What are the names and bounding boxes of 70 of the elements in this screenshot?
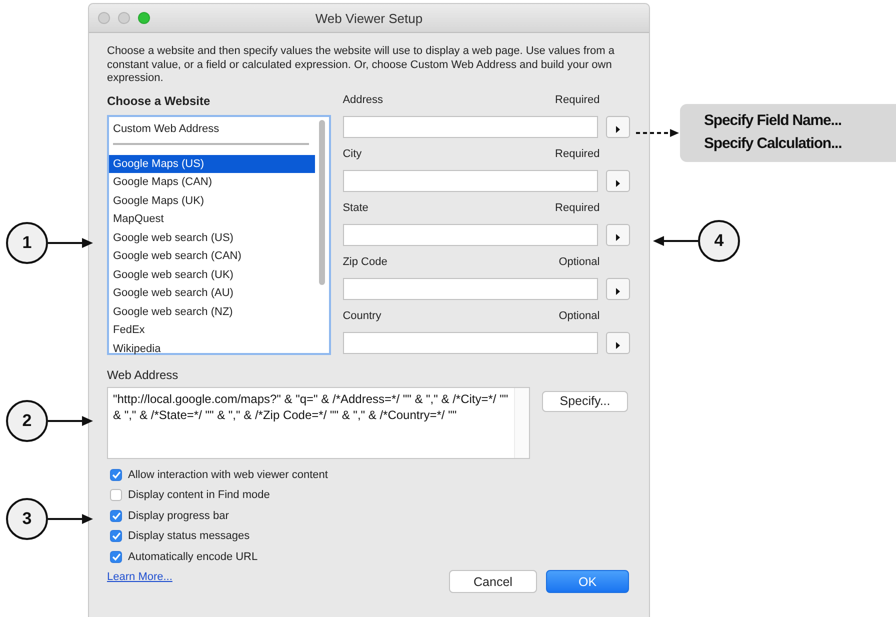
window-close-button[interactable] <box>98 12 110 24</box>
checkbox[interactable] <box>110 550 122 563</box>
triangle-icon <box>614 288 621 294</box>
checkbox[interactable] <box>110 489 122 502</box>
checkbox-label: Display progress bar <box>128 510 229 522</box>
list-item[interactable]: Google web search (NZ) <box>109 302 315 321</box>
callout-text: Specify Calculation... <box>704 134 843 154</box>
web-address-label: Web Address <box>107 368 180 382</box>
field-menu-button[interactable] <box>606 170 630 192</box>
checkbox-label: Allow interaction with web viewer content <box>128 468 328 481</box>
callout-number: 1 <box>6 222 48 264</box>
requirement-label: Required <box>555 94 600 108</box>
specify-button[interactable]: Specify... <box>542 390 628 412</box>
input-field[interactable] <box>342 332 598 354</box>
list-item[interactable]: Google web search (UK) <box>109 266 315 284</box>
field-menu-button[interactable] <box>606 116 630 138</box>
triangle-icon <box>614 342 621 348</box>
learn-more-link[interactable]: Learn More... <box>107 570 172 582</box>
list-item[interactable]: Google web search (US) <box>109 228 315 247</box>
field-label: State <box>342 202 368 216</box>
checkbox[interactable] <box>110 468 122 481</box>
input-field[interactable] <box>342 224 598 246</box>
checkbox[interactable] <box>110 510 122 522</box>
checkbox-label: Automatically encode URL <box>128 550 258 563</box>
checkbox[interactable] <box>110 530 122 542</box>
checkbox-label: Display status messages <box>128 530 250 542</box>
list-item[interactable]: MapQuest <box>109 210 315 228</box>
checkbox-label: Display content in Find mode <box>128 489 270 502</box>
list-item[interactable]: FedEx <box>109 321 315 340</box>
arrow <box>48 237 94 249</box>
input-field[interactable] <box>342 170 598 192</box>
list-item[interactable]: Custom Web Address <box>109 118 315 138</box>
requirement-label: Optional <box>558 310 600 324</box>
list-item[interactable]: Google web search (CAN) <box>109 247 315 266</box>
requirement-label: Required <box>555 202 600 216</box>
input-field[interactable] <box>342 278 598 300</box>
list-heading: Choose a Website <box>107 94 212 108</box>
cancel-button[interactable]: Cancel <box>449 570 537 593</box>
callout-text: Specify Field Name... <box>704 111 842 131</box>
input-field[interactable] <box>342 116 598 138</box>
field-label: Zip Code <box>342 256 388 270</box>
callout-number: 2 <box>6 400 48 442</box>
window-zoom-button[interactable] <box>138 12 150 24</box>
requirement-label: Optional <box>558 256 600 270</box>
arrow <box>652 235 698 247</box>
requirement-label: Required <box>555 148 600 162</box>
field-label: City <box>342 148 362 162</box>
scrollbar-thumb[interactable] <box>318 120 325 284</box>
callout-number: 3 <box>6 498 48 540</box>
list-item[interactable]: Google Maps (US) <box>109 154 315 173</box>
web-address-field[interactable]: "http://local.google.com/maps?" & "q=" & /*Address=*/ "" & "," & /*City=*/ "" & "," & /*State=*/ "" & "," & /*Zip Code=*/ "" & "," & /*Country=*/ "" <box>107 386 530 458</box>
field-label: Address <box>342 94 384 108</box>
field-menu-button[interactable] <box>606 278 630 300</box>
arrow <box>48 513 94 525</box>
window-minimize-button[interactable] <box>118 12 130 24</box>
triangle-icon <box>614 180 621 186</box>
list-item[interactable]: Google Maps (UK) <box>109 192 315 210</box>
field-menu-button[interactable] <box>606 224 630 246</box>
triangle-icon <box>614 234 621 240</box>
list-item[interactable]: Google Maps (CAN) <box>109 173 315 192</box>
dashed-arrow <box>636 128 680 138</box>
list-item[interactable]: Google web search (AU) <box>109 284 315 302</box>
triangle-icon <box>614 126 621 132</box>
field-menu-button[interactable] <box>606 332 630 354</box>
arrow <box>48 415 94 427</box>
description-text: Choose a website and then specify values the website will use to display a web page. Use values from a constant value, or a field or calculated expression. Or, choose Custom Web Address and build your own expression. <box>107 45 616 86</box>
window-title: Web Viewer Setup <box>315 10 423 26</box>
list-item[interactable]: Wikipedia <box>109 340 315 358</box>
field-label: Country <box>342 310 382 324</box>
callout-number: 4 <box>698 220 740 262</box>
